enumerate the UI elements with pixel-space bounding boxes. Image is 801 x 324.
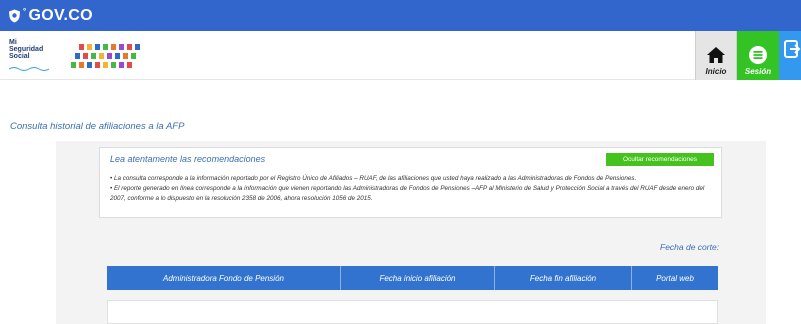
menu-icon [749,46,767,64]
gov-co-bar: ° GOV.CO [0,0,801,31]
shield-icon [9,9,20,22]
nav-exit-button[interactable] [779,31,801,80]
column-header-portal-web: Portal web [656,273,694,283]
fecha-corte-label: Fecha de corte: [660,242,720,252]
hide-recommendations-button[interactable]: Ocultar recomendaciones [606,153,714,166]
nav-sesion-button[interactable]: Sesión [737,31,779,80]
exit-icon [784,40,801,58]
nav-sesion-label: Sesión [744,67,772,76]
mi-seguridad-social-logo[interactable]: Mi Seguridad Social [9,39,154,73]
column-header-fecha-fin: Fecha fin afiliación [495,266,632,290]
nav-inicio-label: Inicio [705,67,727,76]
recommendations-title: Lea atentamente las recomendaciones [110,154,266,164]
gov-co-logo[interactable]: ° GOV.CO [8,7,93,25]
nav-inicio-button[interactable]: Inicio [695,31,737,80]
site-header: Mi Seguridad Social Inicio Sesión [0,31,801,80]
brand-text: Mi Seguridad Social [9,39,43,60]
column-header-fecha-inicio: Fecha inicio afiliación [341,266,495,290]
recommendations-box: Lea atentamente las recomendaciones Ocul… [99,147,722,218]
affiliations-table-body [107,300,718,324]
people-illustration-icon [71,44,140,68]
brand-line-3: Social [9,53,30,60]
column-header-administradora: Administradora Fondo de Pensión [107,266,341,290]
home-icon [707,47,725,63]
gov-co-text: GOV.CO [28,6,93,24]
brand-wave-icon [9,67,49,71]
recommendation-item-2: • El reporte generado en línea correspon… [110,185,705,202]
recommendation-item-1: • La consulta corresponde a la informaci… [110,175,637,182]
affiliations-table-header: Administradora Fondo de Pensión Fecha in… [107,266,718,290]
gov-dot: ° [23,7,27,16]
brand-line-2: Seguridad [9,46,44,53]
page-title: Consulta historial de afiliaciones a la … [10,121,185,132]
brand-line-1: Mi [9,39,17,46]
